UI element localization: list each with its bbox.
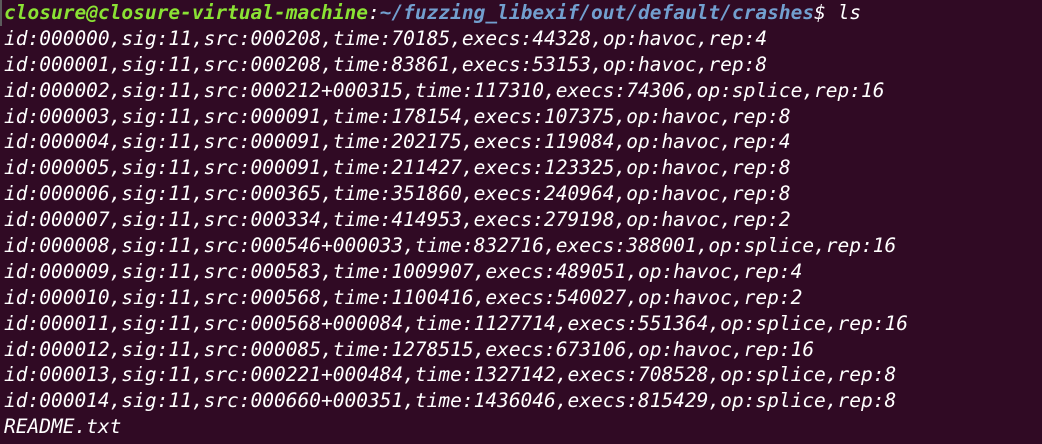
file-entry: id:000013,sig:11,src:000221+000484,time:… [4, 363, 897, 387]
file-entry: id:000010,sig:11,src:000568,time:1100416… [4, 285, 803, 309]
prompt-symbol: $ [814, 1, 826, 24]
terminal-window[interactable]: closure@closure-virtual-machine:~/fuzzin… [0, 0, 1042, 444]
prompt-separator: : [367, 1, 380, 24]
file-entry: id:000014,sig:11,src:000660+000351,time:… [4, 389, 897, 413]
file-entry: id:000009,sig:11,src:000583,time:1009907… [4, 259, 803, 283]
file-entry: id:000012,sig:11,src:000085,time:1278515… [4, 337, 815, 361]
command-text: ls [825, 1, 862, 24]
file-entry: id:000006,sig:11,src:000365,time:351860,… [4, 182, 791, 206]
window-edge-marker [0, 0, 2, 26]
prompt-path: ~/fuzzing_libexif/out/default/crashes [379, 1, 815, 24]
file-entry: id:000008,sig:11,src:000546+000033,time:… [4, 234, 897, 258]
file-entry: id:000001,sig:11,src:000208,time:83861,e… [4, 52, 768, 76]
file-entry: id:000005,sig:11,src:000091,time:211427,… [4, 156, 791, 180]
file-entry: id:000002,sig:11,src:000212+000315,time:… [4, 78, 885, 102]
file-entry: id:000000,sig:11,src:000208,time:70185,e… [4, 26, 768, 50]
file-entry-readme: README.txt [4, 415, 122, 439]
file-entry: id:000003,sig:11,src:000091,time:178154,… [4, 104, 791, 128]
file-entry: id:000004,sig:11,src:000091,time:202175,… [4, 130, 791, 154]
file-entry: id:000007,sig:11,src:000334,time:414953,… [4, 208, 791, 232]
prompt-user-host: closure@closure-virtual-machine [4, 1, 368, 24]
prompt-line: closure@closure-virtual-machine:~/fuzzin… [4, 0, 1042, 26]
file-entry: id:000011,sig:11,src:000568+000084,time:… [4, 311, 908, 335]
